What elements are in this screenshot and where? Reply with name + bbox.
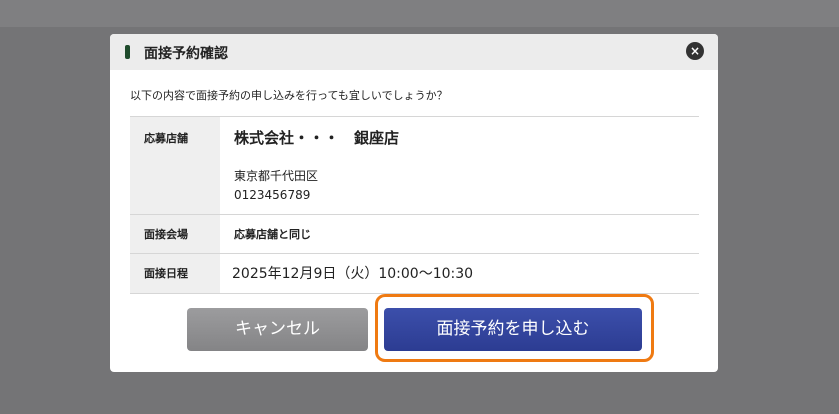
confirmation-prompt: 以下の内容で面接予約の申し込みを行っても宜しいでしょうか？	[130, 89, 448, 102]
details-table: 応募店舗 株式会社・・・ 銀座店 東京都千代田区 0123456789 面接会場…	[130, 116, 699, 294]
title-marker-icon	[125, 45, 130, 59]
table-row-venue: 面接会場 応募店舗と同じ	[130, 215, 699, 254]
submit-reservation-button[interactable]: 面接予約を申し込む	[384, 308, 642, 351]
close-icon[interactable]: ×	[686, 42, 704, 60]
table-row-store: 応募店舗 株式会社・・・ 銀座店 東京都千代田区 0123456789	[130, 117, 699, 215]
dialog-header: 面接予約確認 ×	[110, 34, 718, 70]
store-address: 東京都千代田区	[234, 169, 319, 183]
date-value: 2025年12月9日（火）10:00〜10:30	[232, 266, 474, 282]
store-contact: 東京都千代田区 0123456789	[234, 167, 699, 205]
backdrop-top-band	[0, 0, 839, 27]
dialog-title: 面接予約確認	[144, 46, 228, 62]
store-phone: 0123456789	[234, 188, 311, 202]
cancel-button[interactable]: キャンセル	[187, 308, 368, 351]
store-cell: 株式会社・・・ 銀座店 東京都千代田区 0123456789	[220, 117, 699, 214]
table-row-date: 面接日程 2025年12月9日（火）10:00〜10:30	[130, 254, 699, 294]
venue-label: 面接会場	[130, 215, 220, 253]
interview-confirm-dialog: 面接予約確認 × 以下の内容で面接予約の申し込みを行っても宜しいでしょうか？ 応…	[110, 34, 718, 372]
store-label: 応募店舗	[130, 117, 220, 214]
date-label: 面接日程	[130, 254, 220, 293]
store-name: 株式会社・・・ 銀座店	[234, 129, 400, 147]
venue-value: 応募店舗と同じ	[234, 228, 311, 241]
